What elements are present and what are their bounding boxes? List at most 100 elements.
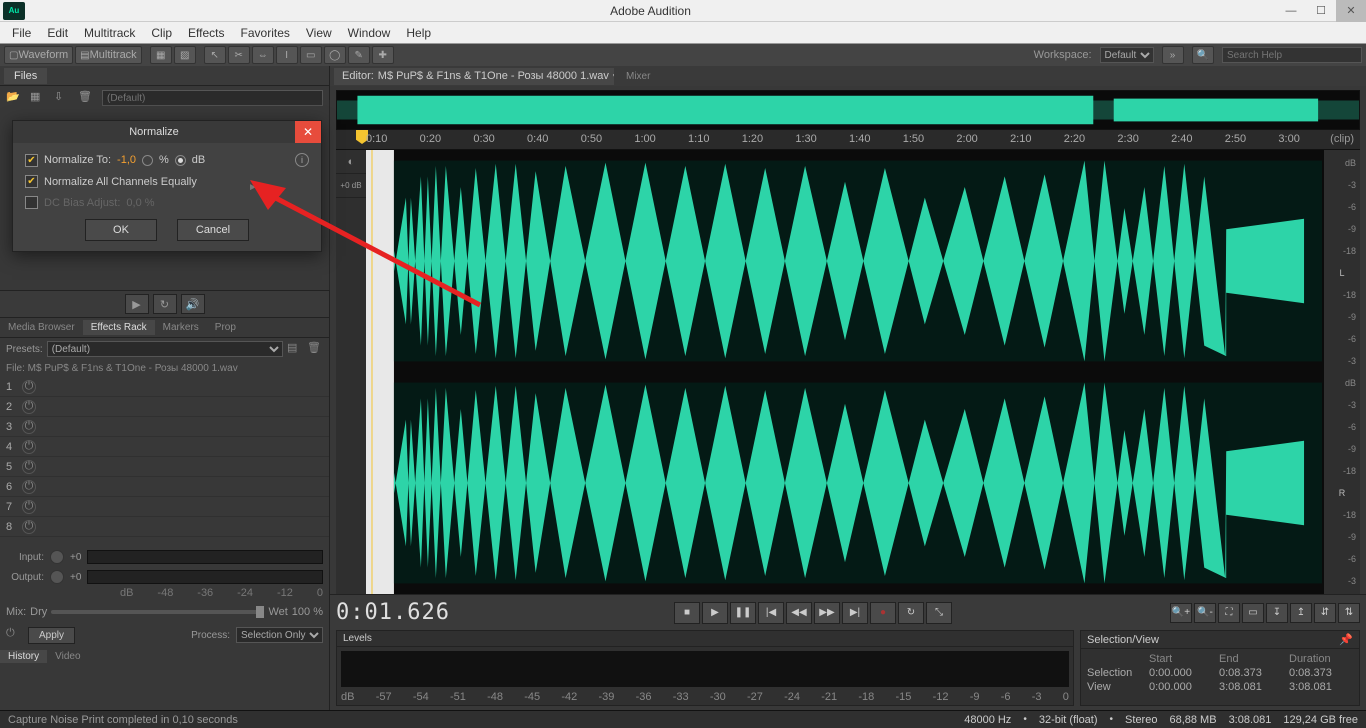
preset-save-icon[interactable]: ▤ [287,341,303,357]
chevron-down-icon[interactable]: ▾ [613,70,614,83]
new-file-icon[interactable]: ▦ [30,90,48,106]
tool-slip[interactable]: ⇔ [252,46,274,64]
cancel-button[interactable]: Cancel [177,219,249,241]
ok-button[interactable]: OK [85,219,157,241]
play-button[interactable]: ▶ [702,602,728,624]
output-gain-knob[interactable] [50,570,64,584]
preset-delete-icon[interactable]: 🗑 [307,341,323,357]
menu-help[interactable]: Help [398,24,439,42]
menu-multitrack[interactable]: Multitrack [76,24,143,42]
fx-slot-7[interactable]: 7⏻▸ [0,497,329,517]
hud-button[interactable]: ◐ [336,150,366,174]
menu-effects[interactable]: Effects [180,24,232,42]
power-icon[interactable]: ⏻ [22,480,36,494]
waveform-canvas[interactable] [366,150,1324,594]
power-icon[interactable]: ⏻ [22,440,36,454]
info-icon[interactable]: i [295,153,309,167]
tab-media-browser[interactable]: Media Browser [0,320,83,335]
view-start[interactable]: 0:00.000 [1149,681,1213,693]
power-icon[interactable]: ⏻ [22,520,36,534]
goto-next-button[interactable]: ▶| [842,602,868,624]
tool-heal[interactable]: ✚ [372,46,394,64]
goto-prev-button[interactable]: |◀ [758,602,784,624]
zoom-amp-in-icon[interactable]: ⇵ [1314,603,1336,623]
fx-slot-8[interactable]: 8⏻▸ [0,517,329,537]
menu-window[interactable]: Window [340,24,399,42]
unit-db-radio[interactable] [175,155,186,166]
close-button[interactable]: ✕ [1336,0,1366,22]
zoom-selection-icon[interactable]: ▭ [1242,603,1264,623]
tool-time-select[interactable]: I [276,46,298,64]
forward-button[interactable]: ▶▶ [814,602,840,624]
loop-button[interactable]: ↻ [898,602,924,624]
import-icon[interactable]: ⇩ [54,90,72,106]
open-file-icon[interactable]: 📂 [6,90,24,106]
power-icon[interactable]: ⏻ [22,400,36,414]
zoom-in-icon[interactable]: 🔍+ [1170,603,1192,623]
workspace-options[interactable]: » [1162,46,1184,64]
tool-move[interactable]: ↖ [204,46,226,64]
menu-favorites[interactable]: Favorites [233,24,298,42]
tab-properties[interactable]: Prop [207,320,244,335]
rewind-button[interactable]: ◀◀ [786,602,812,624]
tab-markers[interactable]: Markers [155,320,207,335]
input-gain-knob[interactable] [50,550,64,564]
equally-checkbox[interactable]: ✔ [25,175,38,188]
editor-file-tab[interactable]: Editor: M$ PuP$ & F1ns & T1One - Розы 48… [334,68,614,85]
menu-view[interactable]: View [298,24,340,42]
maximize-button[interactable]: ☐ [1306,0,1336,22]
record-button[interactable]: ● [870,602,896,624]
files-filter-input[interactable] [102,90,323,106]
fx-slot-4[interactable]: 4⏻▸ [0,437,329,457]
fx-slot-1[interactable]: 1⏻▸ [0,377,329,397]
power-icon[interactable]: ⏻ [22,500,36,514]
zoom-out-point-icon[interactable]: ↥ [1290,603,1312,623]
overview-waveform[interactable] [336,90,1360,130]
presets-select[interactable]: (Default) [47,341,283,357]
view-waveform-button[interactable]: ▢ Waveform [4,46,73,64]
mix-slider[interactable] [51,610,264,614]
trash-icon[interactable]: 🗑 [78,90,96,106]
zoom-in-point-icon[interactable]: ↧ [1266,603,1288,623]
tool-brush[interactable]: ✎ [348,46,370,64]
view-multitrack-button[interactable]: ▤ Multitrack [75,46,142,64]
normalize-to-checkbox[interactable]: ✔ [25,154,38,167]
timeline-ruler[interactable]: 0:100:200:300:400:501:001:101:201:301:40… [336,130,1360,150]
rack-power-icon[interactable]: ⏻ [6,627,22,643]
sel-start[interactable]: 0:00.000 [1149,667,1213,679]
pin-icon[interactable]: 📌 [1339,633,1353,646]
zoom-full-icon[interactable]: ⛶ [1218,603,1240,623]
mini-play-button[interactable]: ▶ [125,294,149,314]
view-end[interactable]: 3:08.081 [1219,681,1283,693]
dialog-close-button[interactable]: ✕ [295,121,321,143]
menu-clip[interactable]: Clip [143,24,180,42]
power-icon[interactable]: ⏻ [22,420,36,434]
tool-spectral-freq[interactable]: ▦ [150,46,172,64]
tool-razor[interactable]: ✂ [228,46,250,64]
fx-slot-5[interactable]: 5⏻▸ [0,457,329,477]
timecode-display[interactable]: 0:01.626 [336,600,456,625]
tab-effects-rack[interactable]: Effects Rack [83,320,155,335]
tab-history[interactable]: History [0,650,47,663]
skip-selection-button[interactable]: ⤡ [926,602,952,624]
pause-button[interactable]: ❚❚ [730,602,756,624]
zoom-out-icon[interactable]: 🔍- [1194,603,1216,623]
mixer-tab[interactable]: Mixer [618,69,658,84]
power-icon[interactable]: ⏻ [22,380,36,394]
menu-edit[interactable]: Edit [39,24,76,42]
fx-slot-3[interactable]: 3⏻▸ [0,417,329,437]
sel-dur[interactable]: 0:08.373 [1289,667,1353,679]
dc-bias-checkbox[interactable] [25,196,38,209]
workspace-select[interactable]: Default [1100,47,1154,63]
tab-video[interactable]: Video [47,650,88,663]
fx-slot-6[interactable]: 6⏻▸ [0,477,329,497]
fx-slot-2[interactable]: 2⏻▸ [0,397,329,417]
normalize-value[interactable]: -1,0 [117,154,136,166]
stop-button[interactable]: ■ [674,602,700,624]
tab-files[interactable]: Files [4,68,47,84]
view-dur[interactable]: 3:08.081 [1289,681,1353,693]
power-icon[interactable]: ⏻ [22,460,36,474]
zoom-amp-out-icon[interactable]: ⇅ [1338,603,1360,623]
tool-spectral-pitch[interactable]: ▨ [174,46,196,64]
tool-marquee[interactable]: ▭ [300,46,322,64]
